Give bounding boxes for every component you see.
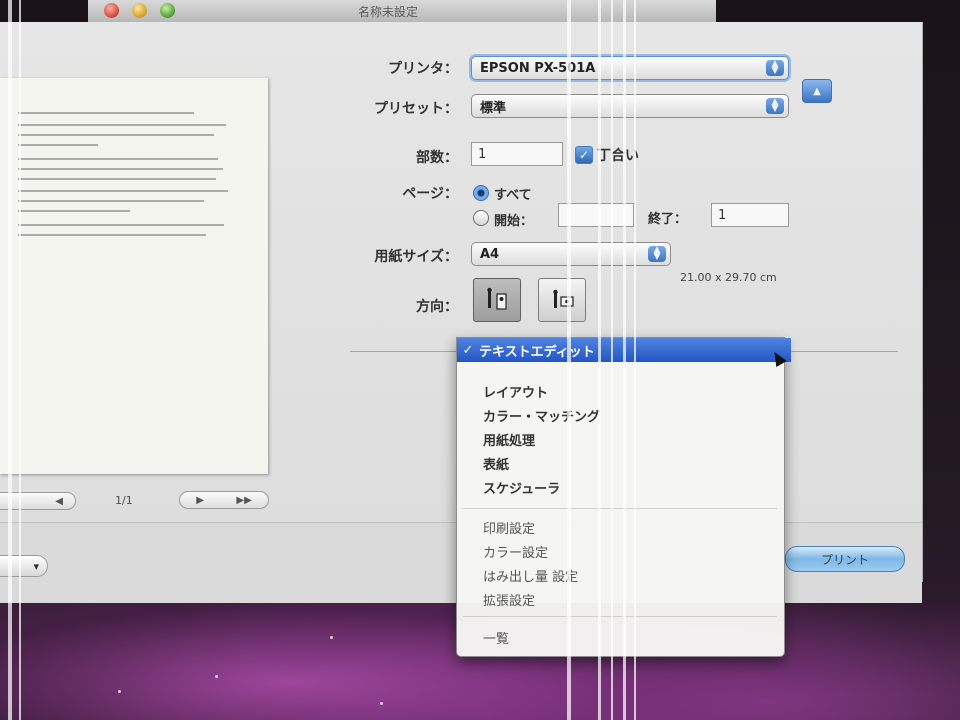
preset-label: プリセット： xyxy=(374,101,458,117)
pages-to-label: 終了： xyxy=(648,212,688,227)
preview-text-line xyxy=(18,112,194,114)
panel-popup-menu[interactable]: ✓ テキストエディット レイアウト カラー・マッチング 用紙処理 表紙 スケジュ… xyxy=(456,337,791,657)
preview-text-line xyxy=(18,124,226,126)
menu-separator xyxy=(463,616,777,617)
wallpaper-star xyxy=(330,636,333,639)
collate-checkbox[interactable]: ✓ xyxy=(575,146,593,164)
last-page-icon[interactable]: ▶▶ xyxy=(236,495,251,506)
portrait-person-icon xyxy=(487,287,507,310)
preview-text-line xyxy=(18,200,204,202)
wallpaper-star xyxy=(215,675,218,678)
orientation-label: 方向： xyxy=(416,299,458,315)
collate-label: 丁合い xyxy=(597,148,639,164)
menu-item-selected-label: テキストエディット xyxy=(479,344,595,360)
print-preview-page xyxy=(0,78,268,474)
popup-arrows-icon: ▲ ▼ xyxy=(766,98,784,114)
orientation-landscape-button[interactable] xyxy=(538,278,586,322)
menu-item-paper-handling[interactable]: 用紙処理 xyxy=(483,430,535,449)
preset-value: 標準 xyxy=(480,100,507,116)
pages-to-field[interactable]: 1 xyxy=(711,203,789,227)
paper-dimensions: 21.00 x 29.70 cm xyxy=(680,271,777,284)
print-button[interactable]: プリント xyxy=(785,546,905,572)
preview-text-line xyxy=(18,134,214,136)
preview-text-line xyxy=(18,158,218,160)
popup-arrows-icon: ▲ ▼ xyxy=(766,60,784,76)
preset-popup[interactable]: 標準 ▲ ▼ xyxy=(471,94,789,118)
orientation-portrait-button[interactable] xyxy=(473,278,521,322)
menu-item-print-settings[interactable]: 印刷設定 xyxy=(483,518,535,537)
preview-text-line xyxy=(18,210,130,212)
window-title: 名称未設定 xyxy=(358,5,419,19)
pages-range-radio[interactable] xyxy=(473,210,489,226)
printer-popup[interactable]: EPSON PX-501A ▲ ▼ xyxy=(471,56,789,80)
landscape-person-icon xyxy=(553,289,574,308)
wallpaper-star xyxy=(118,690,121,693)
pages-label: ページ： xyxy=(402,186,458,202)
printer-label: プリンタ： xyxy=(388,61,458,77)
popup-arrows-icon: ▲ ▼ xyxy=(648,246,666,262)
preview-text-line xyxy=(18,178,216,180)
pages-from-label: 開始： xyxy=(494,214,534,229)
photo-streak xyxy=(611,0,613,720)
triangle-up-icon: ▲ xyxy=(813,85,821,97)
paper-size-value: A4 xyxy=(480,246,500,262)
menu-item-color-matching[interactable]: カラー・マッチング xyxy=(483,406,600,425)
menu-item-cover[interactable]: 表紙 xyxy=(483,454,509,473)
zoom-button[interactable] xyxy=(160,3,175,18)
paper-size-label: 用紙サイズ： xyxy=(374,249,458,265)
page-counter: 1/1 xyxy=(115,494,133,507)
copies-field[interactable]: 1 xyxy=(471,142,563,166)
photo-streak xyxy=(623,0,626,720)
preview-text-line xyxy=(18,144,98,146)
wallpaper-star xyxy=(380,702,383,705)
copies-label: 部数： xyxy=(416,150,458,166)
photo-streak xyxy=(19,0,21,720)
next-page-icon[interactable]: ▶ xyxy=(196,495,204,506)
menu-item-scheduler[interactable]: スケジューラ xyxy=(483,478,560,497)
photo-streak xyxy=(8,0,12,720)
close-button[interactable] xyxy=(104,3,119,18)
menu-item-overflow-settings[interactable]: はみ出し量 設定 xyxy=(483,566,578,585)
screen: 名称未設定 ◀ 1/1 ▶ ▶▶ ▾ プリント プリンタ： EPSON PX-5… xyxy=(0,0,960,720)
disclosure-button[interactable]: ▲ xyxy=(802,79,832,103)
menu-item-color-settings[interactable]: カラー設定 xyxy=(483,542,548,561)
menu-item-layout[interactable]: レイアウト xyxy=(483,382,548,401)
pages-all-label: すべて xyxy=(494,188,532,203)
menu-separator xyxy=(463,508,777,509)
photo-streak xyxy=(598,0,601,720)
photo-streak xyxy=(634,0,636,720)
checkmark-icon: ✓ xyxy=(462,342,474,358)
preview-forward-nav[interactable]: ▶ ▶▶ xyxy=(179,491,269,509)
preview-text-line xyxy=(18,168,223,170)
window-titlebar[interactable]: 名称未設定 xyxy=(88,0,716,23)
menu-item-extended-settings[interactable]: 拡張設定 xyxy=(483,590,535,609)
photo-streak xyxy=(567,0,571,720)
paper-size-popup[interactable]: A4 ▲ ▼ xyxy=(471,242,671,266)
preview-text-line xyxy=(18,190,228,192)
preview-text-line xyxy=(18,224,224,226)
pages-all-radio[interactable] xyxy=(473,185,489,201)
printer-value: EPSON PX-501A xyxy=(480,60,596,76)
preview-text-line xyxy=(18,234,206,236)
menu-item-summary[interactable]: 一覧 xyxy=(483,628,509,647)
chevron-down-icon: ▾ xyxy=(33,559,39,573)
minimize-button[interactable] xyxy=(132,3,147,18)
